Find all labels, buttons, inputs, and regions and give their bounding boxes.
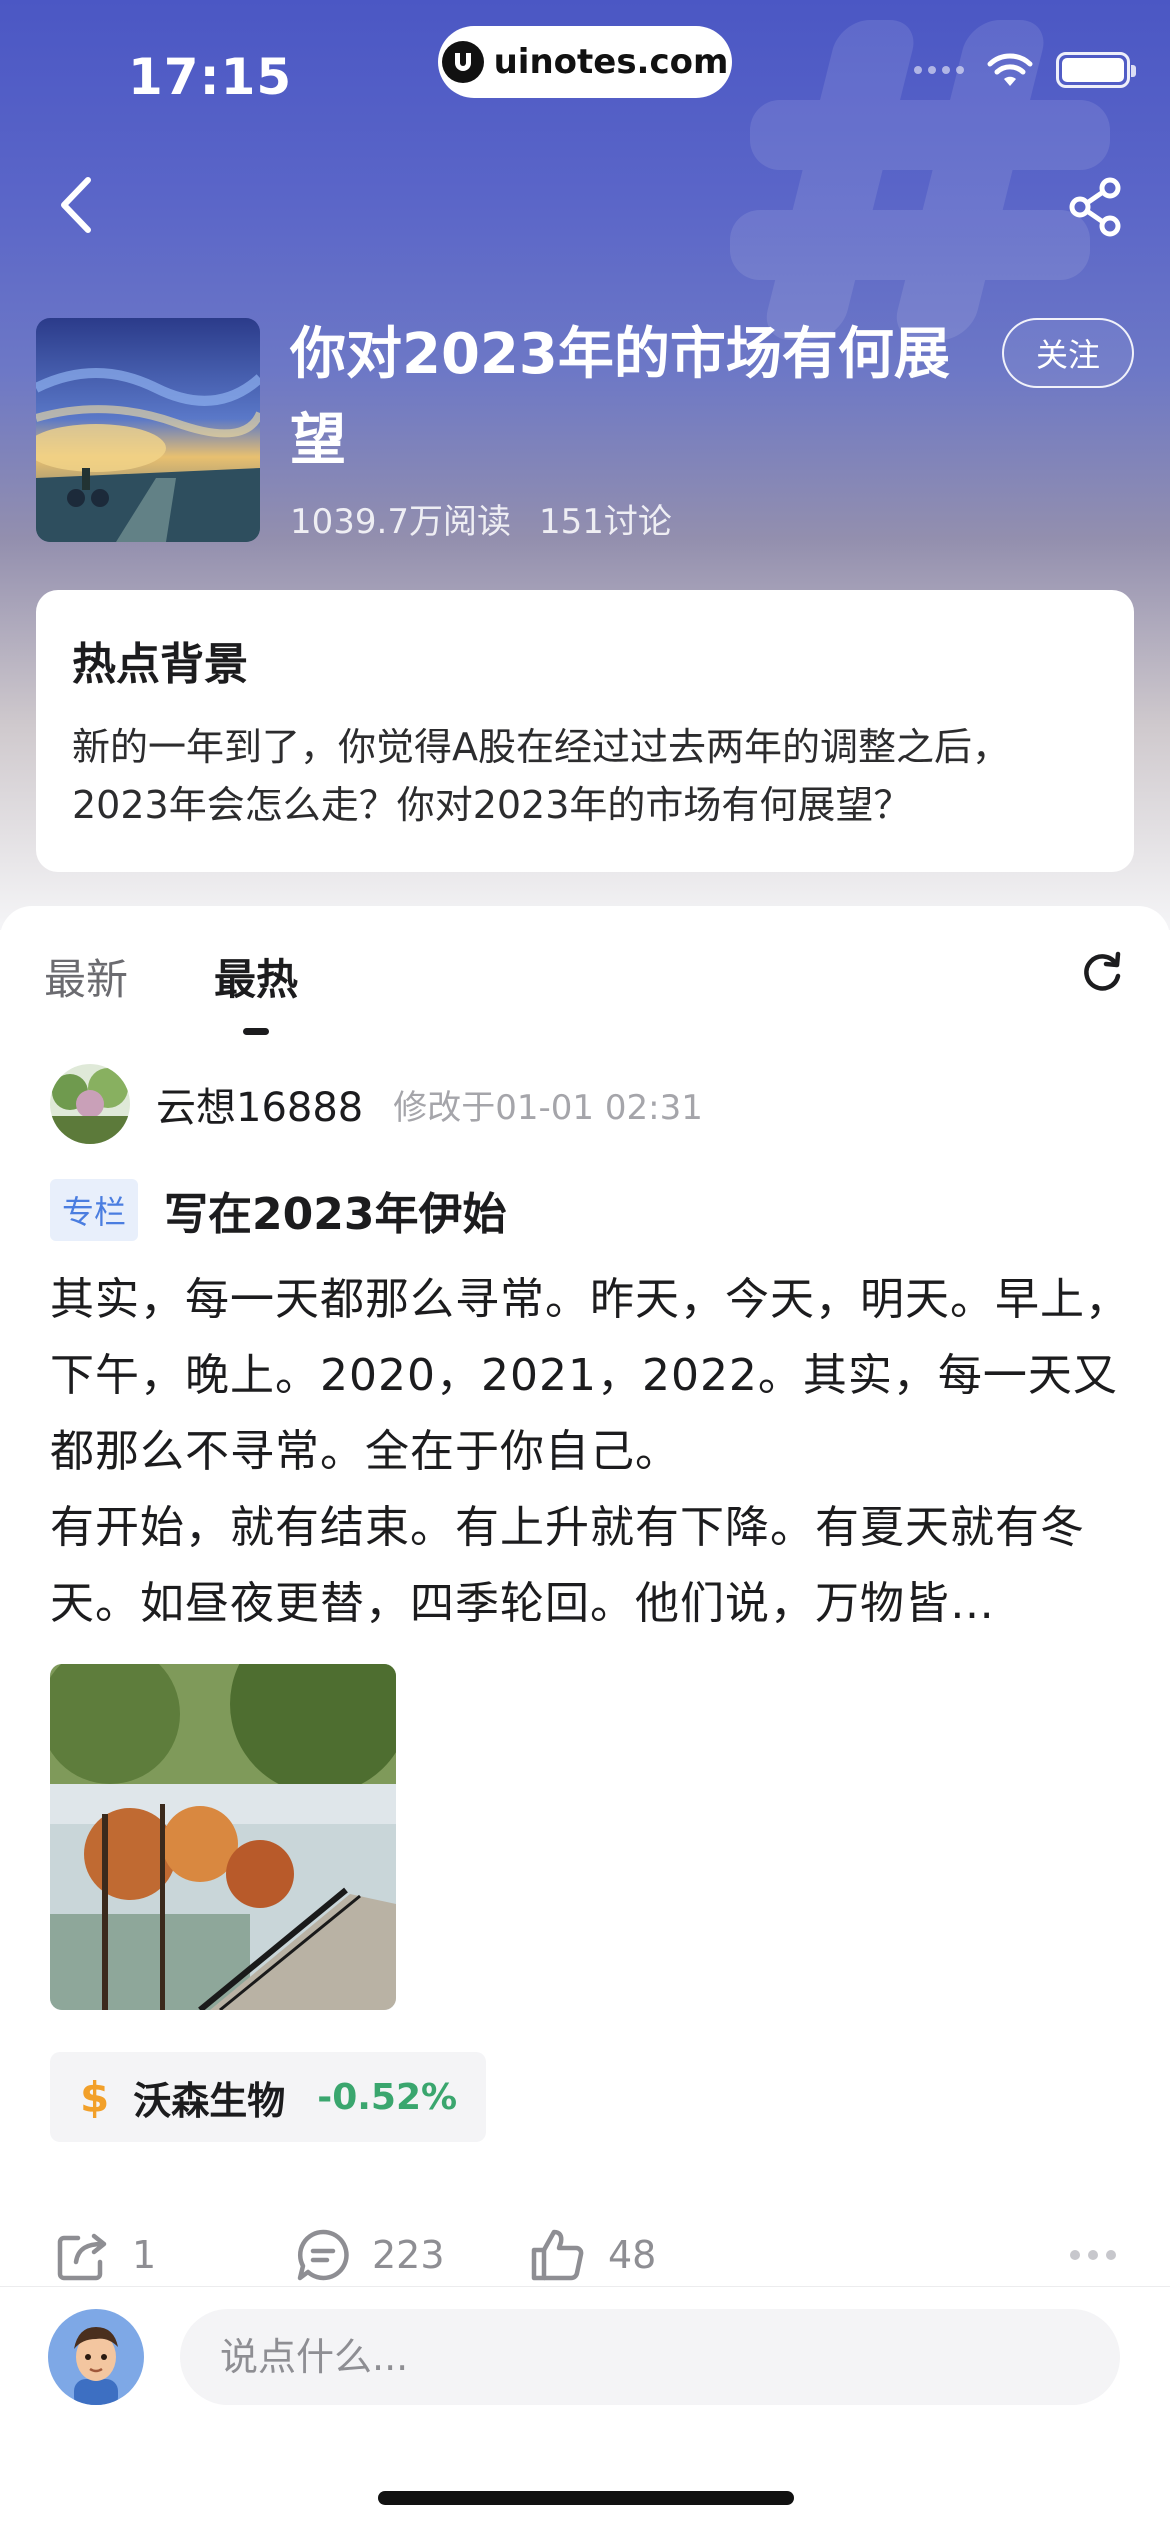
post-author-row: 云想16888 修改于01-01 02:31 [50, 1064, 703, 1144]
share-icon [1069, 177, 1121, 237]
comment-icon [297, 2229, 349, 2281]
battery-icon [1056, 52, 1136, 88]
stock-name: 沃森生物 [133, 2078, 286, 2123]
sort-tabs: 最新 最热 [44, 946, 298, 1007]
tab-hottest[interactable]: 最热 [214, 946, 298, 1007]
stock-change: -0.52% [317, 2076, 458, 2118]
tab-latest[interactable]: 最新 [44, 946, 128, 1007]
hot-background-card: 热点背景 新的一年到了，你觉得A股在经过过去两年的调整之后，2023年会怎么走？… [36, 590, 1134, 872]
repost-count: 1 [132, 2233, 157, 2277]
refresh-button[interactable] [1072, 942, 1132, 1002]
topic-discussions: 151讨论 [538, 502, 672, 542]
status-time: 17:15 [128, 48, 293, 106]
hot-background-title: 热点背景 [72, 639, 248, 690]
back-button[interactable] [48, 170, 104, 240]
thumbs-up-icon [531, 2229, 584, 2281]
refresh-icon [1084, 951, 1121, 991]
status-icons [914, 52, 1136, 88]
post-time: 修改于01-01 02:31 [393, 1087, 703, 1128]
topic-stats: 1039.7万阅读 151讨论 [290, 494, 672, 543]
my-avatar[interactable] [48, 2309, 144, 2405]
comment-button[interactable]: 223 [296, 2228, 445, 2282]
home-indicator [378, 2491, 794, 2505]
signal-icon [914, 66, 964, 74]
comment-bar [0, 2286, 1170, 2532]
column-badge: 专栏 [50, 1179, 139, 1241]
more-options-button[interactable] [1070, 2250, 1116, 2260]
post-body[interactable]: 其实，每一天都那么寻常。昨天，今天，明天。早上，下午，晚上。2020，2021，… [50, 1262, 1130, 1642]
author-avatar[interactable] [50, 1064, 130, 1144]
post-feed: 最新 最热 云想16888 修改于01-01 02:31 专栏 写在2023年伊… [0, 906, 1170, 2286]
share-button[interactable] [1066, 174, 1126, 240]
url-pill[interactable]: uinotes.com [438, 26, 732, 98]
post-title[interactable]: 写在2023年伊始 [164, 1178, 506, 1242]
like-count: 48 [608, 2233, 657, 2277]
uinotes-logo-icon [441, 41, 484, 83]
repost-button[interactable]: 1 [56, 2228, 156, 2282]
follow-button[interactable]: 关注 [1002, 318, 1134, 388]
topic-cover-image [36, 318, 260, 542]
like-button[interactable]: 48 [530, 2228, 656, 2282]
topic-reads: 1039.7万阅读 [290, 502, 511, 542]
author-name[interactable]: 云想16888 [156, 1075, 363, 1133]
wifi-icon [987, 53, 1033, 86]
stock-chip[interactable]: $ 沃森生物 -0.52% [50, 2052, 486, 2142]
comment-count: 223 [372, 2233, 445, 2277]
dollar-icon: $ [80, 2072, 110, 2122]
repost-icon [57, 2233, 107, 2281]
topic-title: 你对2023年的市场有何展望 [290, 322, 950, 473]
post-title-row[interactable]: 专栏 写在2023年伊始 [50, 1178, 506, 1242]
chevron-left-icon [61, 177, 91, 233]
url-text: uinotes.com [493, 42, 729, 82]
post-body-text: 其实，每一天都那么寻常。昨天，今天，明天。早上，下午，晚上。2020，2021，… [50, 1274, 1130, 1629]
hot-background-text: 新的一年到了，你觉得A股在经过过去两年的调整之后，2023年会怎么走？你对202… [72, 725, 1010, 827]
post-image[interactable] [50, 1664, 396, 2010]
topic-header: 17:15 uinotes.com 你对2023年的市场有何展望 1039.7万… [0, 0, 1170, 930]
more-icon [1070, 2250, 1080, 2260]
comment-input[interactable] [180, 2309, 1120, 2405]
